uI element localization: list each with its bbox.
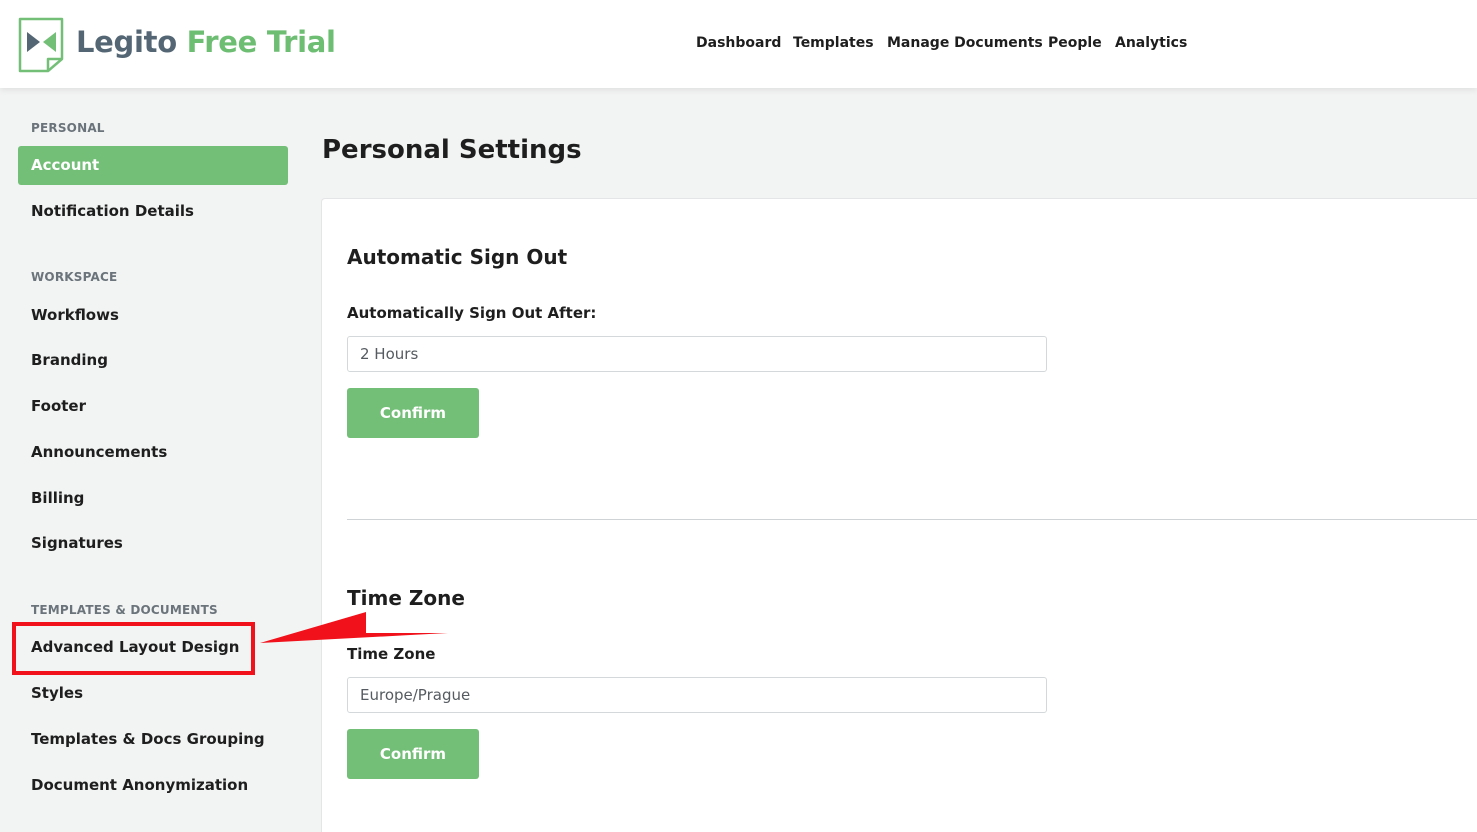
logo-trial-label: Free Trial (186, 25, 336, 59)
app-logo-text[interactable]: Legito Free Trial (76, 22, 336, 62)
red-arrow-annotation (260, 612, 448, 643)
sidebar-item-label: Account (31, 156, 100, 174)
sidebar-item-signatures[interactable]: Signatures (31, 534, 123, 552)
sidebar-item-workflows[interactable]: Workflows (31, 306, 119, 324)
section-label-templates-documents: TEMPLATES & DOCUMENTS (31, 603, 218, 617)
top-header: Legito Free Trial Dashboard Templates Ma… (0, 0, 1477, 88)
sidebar-item-account[interactable]: Account (18, 146, 288, 185)
nav-analytics[interactable]: Analytics (1115, 35, 1187, 51)
legito-logo-icon[interactable] (18, 17, 64, 73)
section-divider (347, 519, 1477, 520)
logo-brand: Legito (76, 25, 177, 59)
annotation-highlight-box (12, 622, 255, 675)
settings-sidebar: PERSONAL Account Notification Details WO… (0, 88, 305, 831)
nav-templates[interactable]: Templates (793, 35, 874, 51)
sign-out-after-label: Automatically Sign Out After: (347, 304, 597, 322)
settings-card: Automatic Sign Out Automatically Sign Ou… (321, 198, 1477, 832)
time-zone-select[interactable]: Europe/Prague (347, 677, 1047, 713)
sidebar-item-styles[interactable]: Styles (31, 684, 83, 702)
sidebar-item-billing[interactable]: Billing (31, 489, 84, 507)
sidebar-item-branding[interactable]: Branding (31, 351, 108, 369)
nav-manage-documents[interactable]: Manage Documents (887, 35, 1043, 51)
sidebar-item-document-anonymization[interactable]: Document Anonymization (31, 776, 248, 794)
automatic-sign-out-title: Automatic Sign Out (347, 245, 568, 269)
sidebar-item-notification-details[interactable]: Notification Details (31, 202, 194, 220)
nav-dashboard[interactable]: Dashboard (696, 35, 781, 51)
page-title: Personal Settings (322, 135, 582, 165)
sign-out-duration-select[interactable]: 2 Hours (347, 336, 1047, 372)
section-label-workspace: WORKSPACE (31, 270, 118, 284)
confirm-time-zone-button[interactable]: Confirm (347, 729, 479, 779)
time-zone-title: Time Zone (347, 586, 465, 610)
sidebar-item-announcements[interactable]: Announcements (31, 443, 167, 461)
sidebar-item-footer[interactable]: Footer (31, 397, 86, 415)
section-label-personal: PERSONAL (31, 121, 105, 135)
confirm-sign-out-button[interactable]: Confirm (347, 388, 479, 438)
nav-people[interactable]: People (1048, 35, 1102, 51)
sidebar-item-templates-docs-grouping[interactable]: Templates & Docs Grouping (31, 730, 265, 748)
